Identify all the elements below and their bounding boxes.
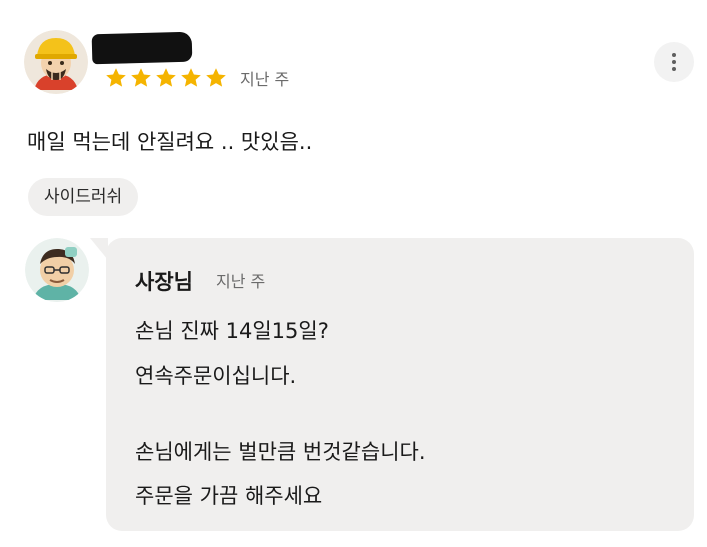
reviewer-avatar[interactable]: [24, 30, 88, 94]
review-date: 지난 주: [240, 70, 290, 89]
star-icon: [181, 68, 201, 87]
cartoon-owner-avatar-icon: [25, 238, 89, 302]
review-text: 매일 먹는데 안질려요 .. 맛있음..: [27, 130, 313, 154]
star-icon: [131, 68, 151, 87]
reply-date: 지난 주: [216, 272, 266, 291]
redacted-reviewer-name: [91, 31, 193, 65]
star-icon: [156, 68, 176, 87]
more-options-button[interactable]: [654, 42, 694, 82]
owner-avatar[interactable]: [25, 238, 89, 302]
owner-name: 사장님: [135, 270, 193, 294]
star-icon: [206, 68, 226, 87]
ordered-menu-chip[interactable]: 사이드러쉬: [28, 178, 139, 216]
reply-line: 주문을 가끔 해주세요: [135, 484, 323, 508]
star-icon: [106, 68, 126, 87]
reply-line: 손님에게는 벌만큼 번것같습니다.: [135, 440, 426, 464]
reply-line: 손님 진짜 14일15일?: [135, 319, 329, 343]
reply-line: 연속주문이십니다.: [135, 364, 297, 388]
cartoon-worker-avatar-icon: [24, 30, 88, 94]
more-vertical-icon: [672, 53, 676, 57]
rating-stars: [104, 66, 228, 90]
